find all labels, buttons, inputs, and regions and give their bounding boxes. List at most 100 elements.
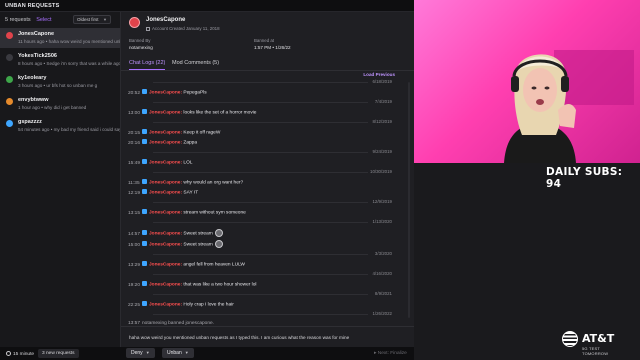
chevron-down-icon: ▼ (184, 350, 189, 355)
date-divider: 9/24/2019 (157, 149, 392, 154)
deny-label: Deny (131, 350, 143, 356)
message-username[interactable]: JonesCapone: (149, 232, 182, 237)
request-username: gspazzzz (18, 119, 42, 125)
avatar (129, 17, 140, 28)
request-item[interactable]: JonesCapone 11 hours ago • haha wow weird… (0, 28, 120, 48)
deny-button[interactable]: Deny ▼ (126, 348, 155, 358)
message-username[interactable]: JonesCapone: (149, 181, 182, 186)
sponsor-subtext: 5G TEST TOMORROW (582, 346, 609, 356)
streamer-image (504, 54, 576, 163)
avatar (6, 76, 13, 83)
request-preview: 3 hours ago • ur bfs hot so unban me g (18, 83, 98, 88)
banned-by-value: notamexing (129, 45, 153, 50)
message-username[interactable]: JonesCapone: (149, 91, 182, 96)
banned-at-label: Banned at (254, 38, 275, 43)
message-text: SAY IT (183, 190, 199, 196)
message-text: Sweet stream (183, 231, 213, 237)
timer-text: 15 minute (13, 352, 35, 357)
message-username[interactable]: JonesCapone: (149, 283, 182, 288)
chat-message: 22:25 JonesCapone: Holy crap I love the h… (128, 301, 234, 309)
date-divider: 6/18/2019 (157, 79, 392, 84)
date-divider: 1/26/2022 (157, 311, 392, 316)
request-list-panel: 5 requests Select Oldest first ▼ JonesCa… (0, 12, 121, 348)
banned-by-label: Banned By (129, 38, 151, 43)
message-time: 13:29 (128, 262, 141, 268)
request-item[interactable]: ky1eoleary 3 hours ago • ur bfs hot so un… (0, 72, 120, 92)
request-preview: 1 hour ago • why did i get banned (18, 105, 87, 110)
request-preview: 11 hours ago • haha wow weird you mentio… (18, 39, 120, 44)
new-requests-button[interactable]: 3 new requests (38, 349, 79, 358)
chat-log-scrollbar[interactable] (408, 82, 410, 318)
message-username[interactable]: JonesCapone: (149, 303, 182, 308)
message-time: 13:00 (128, 110, 141, 116)
webcam-feed (414, 0, 640, 163)
unban-button[interactable]: Unban ▼ (162, 348, 194, 358)
request-message-text: haha wow weird you mentioned unban reque… (129, 335, 350, 340)
avatar (6, 98, 13, 105)
request-detail: JonesCapone Account Created January 11, … (121, 12, 414, 348)
profile-name[interactable]: JonesCapone (146, 17, 185, 23)
tab-chat-logs[interactable]: Chat Logs (22) (129, 60, 166, 70)
message-text: looks like the set of a horror movie (183, 110, 257, 116)
emote-icon (214, 240, 223, 248)
request-count: 5 requests (5, 17, 31, 23)
chat-message: 12:19 JonesCapone: SAY IT (128, 189, 198, 197)
message-text: LOL (183, 160, 193, 166)
date-divider: 10/30/2019 (153, 169, 392, 174)
message-username[interactable]: JonesCapone: (149, 141, 182, 146)
message-username[interactable]: JonesCapone: (149, 111, 182, 116)
sort-value: Oldest first (77, 17, 99, 22)
chat-message: 20:52 JonesCapone: PepegaPls (128, 89, 207, 97)
next-finalize-button[interactable]: ▸ Next: Finalize (370, 349, 411, 358)
avatar (6, 54, 13, 61)
request-item[interactable]: gspazzzz 54 minutes ago • my bad my frien… (0, 116, 120, 136)
request-list-header: 5 requests Select (5, 17, 52, 23)
message-username[interactable]: JonesCapone: (149, 131, 182, 136)
calendar-icon (146, 26, 150, 31)
badge-icon (142, 179, 147, 184)
message-username[interactable]: JonesCapone: (149, 263, 182, 268)
avatar (6, 120, 13, 127)
badge-icon (142, 241, 147, 246)
message-time: 19:20 (128, 282, 141, 288)
next-finalize-label: Next: Finalize (377, 351, 407, 356)
request-username: JonesCapone (18, 31, 55, 37)
message-text: PepegaPls (183, 90, 207, 96)
message-time: 22:25 (128, 302, 141, 308)
chat-message: 19:20 JonesCapone: that was like a two ho… (128, 281, 256, 289)
badge-icon (142, 261, 147, 266)
request-item[interactable]: YokesTick2506 8 hours ago • Sedge i'm sor… (0, 50, 120, 70)
chat-message: 20:16 JonesCapone: Zappa (128, 139, 197, 147)
unban-request-message: haha wow weird you mentioned unban reque… (121, 326, 414, 348)
chat-message: 13:15 JonesCapone: stream without sym som… (128, 209, 246, 217)
bottom-bar: 15 minute 3 new requests Deny ▼ Unban ▼ ▸ … (0, 347, 414, 360)
tab-mod-comments[interactable]: Mod Comments (5) (172, 60, 219, 66)
banned-at-value: 1:57 PM • 1/26/22 (254, 45, 291, 50)
message-text: stream without sym someone (183, 210, 246, 216)
date-divider: 8/9/2021 (151, 291, 392, 296)
badge-icon (142, 281, 147, 286)
message-time: 13:15 (128, 210, 141, 216)
request-preview: 54 minutes ago • my bad my friend said i… (18, 127, 120, 132)
message-text: that was like a two hour shower lol (183, 282, 257, 288)
message-username[interactable]: JonesCapone: (149, 191, 182, 196)
message-username[interactable]: JonesCapone: (149, 161, 182, 166)
badge-icon (142, 129, 147, 134)
badge-icon (142, 189, 147, 194)
sponsor-logo: AT&T 5G TEST TOMORROW (562, 331, 622, 359)
sort-dropdown[interactable]: Oldest first ▼ (73, 15, 111, 24)
select-link[interactable]: Select (36, 17, 51, 23)
emote-icon (214, 229, 223, 237)
request-item[interactable]: envybtwww 1 hour ago • why did i get bann… (0, 94, 120, 114)
message-time: 14:57 (128, 231, 141, 237)
message-time: 12:19 (128, 190, 141, 196)
account-created-text: Account Created January 11, 2018 (152, 26, 220, 31)
date-divider: 1/13/2020 (157, 219, 392, 224)
badge-icon (142, 230, 147, 235)
badge-icon (142, 89, 147, 94)
badge-icon (142, 209, 147, 214)
message-text: Keep it off rageW (183, 130, 221, 136)
message-username[interactable]: JonesCapone: (149, 243, 182, 248)
message-username[interactable]: JonesCapone: (149, 211, 182, 216)
date-divider: 4/16/2020 (157, 271, 392, 276)
